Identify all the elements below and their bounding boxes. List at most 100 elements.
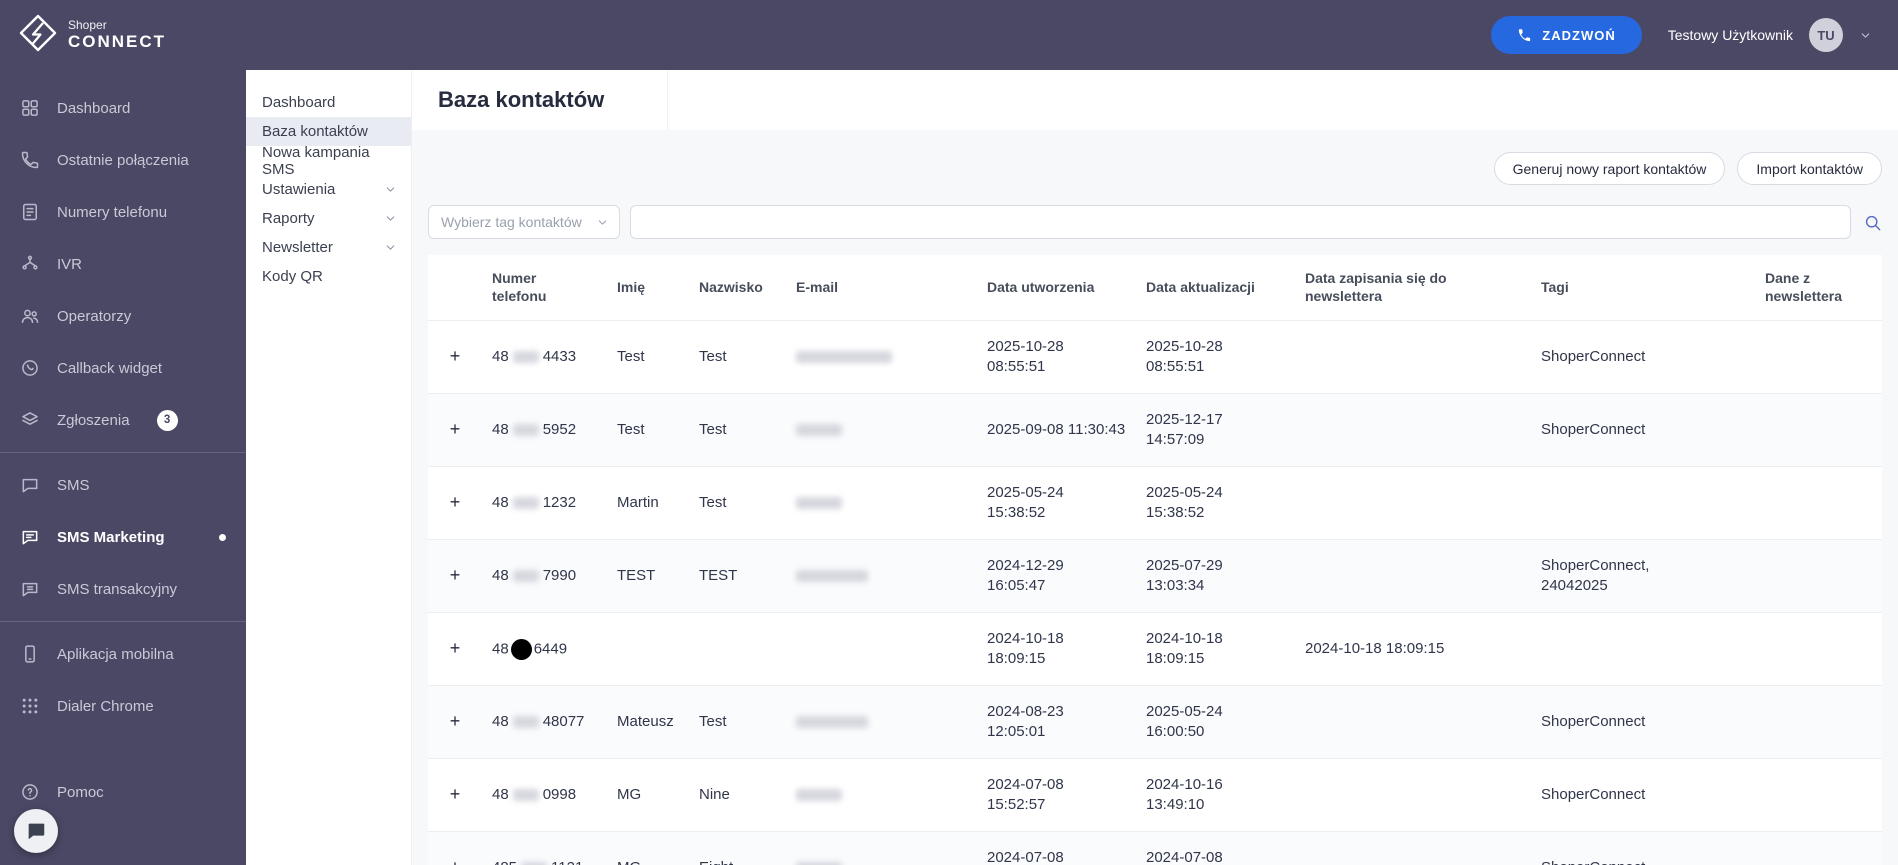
updated-date-cell: 2024-10-18 18:09:15: [1136, 612, 1295, 685]
last-name-cell: [689, 612, 786, 685]
created-date-cell: 2024-12-29 16:05:47: [977, 539, 1136, 612]
first-name-cell: Test: [607, 320, 689, 393]
call-button[interactable]: ZADZWOŃ: [1491, 16, 1642, 54]
subnav-item-nowa-kampania-sms[interactable]: Nowa kampania SMS: [246, 144, 411, 178]
table-row: +48 0998 MG Nine 2024-07-08 15:52:57 2024-10-…: [428, 758, 1882, 831]
newsletter-signup-date-cell: 2024-10-18 18:09:15: [1295, 612, 1531, 685]
phone-suffix: 1232: [542, 493, 577, 511]
phone-suffix: 48077: [542, 712, 585, 730]
chat-widget-button[interactable]: [14, 809, 58, 853]
column-header: Data utworzenia: [977, 255, 1136, 320]
expand-cell: +: [428, 393, 482, 466]
last-name-cell: Test: [689, 320, 786, 393]
newsletter-signup-date-cell: [1295, 539, 1531, 612]
sidebar-item-operatorzy[interactable]: Operatorzy: [0, 290, 246, 342]
updated-date-cell: 2025-12-17 14:57:09: [1136, 393, 1295, 466]
tab-baza-kontaktow[interactable]: Baza kontaktów: [412, 70, 668, 130]
phone-number-cell: 48 4433: [482, 320, 607, 393]
sidebar-item-zgloszenia[interactable]: Zgłoszenia 3: [0, 394, 246, 446]
shoper-logo-icon: [18, 13, 58, 58]
expand-cell: +: [428, 758, 482, 831]
filter-row: Wybierz tag kontaktów: [428, 205, 1882, 239]
tags-cell: ShoperConnect: [1531, 685, 1755, 758]
sidebar-item-dialer-chrome[interactable]: Dialer Chrome: [0, 680, 246, 732]
sidebar-item-label: Numery telefonu: [57, 203, 168, 221]
sidebar-item-dashboard[interactable]: Dashboard: [0, 82, 246, 134]
chevron-down-icon: [384, 241, 397, 254]
tag-select[interactable]: Wybierz tag kontaktów: [428, 205, 620, 239]
subnav-item-raporty[interactable]: Raporty: [246, 204, 411, 233]
expand-row-button[interactable]: +: [446, 638, 465, 659]
sidebar-item-ostatnie-pol-czenia[interactable]: Ostatnie połączenia: [0, 134, 246, 186]
column-header: [428, 255, 482, 320]
count-badge: 3: [156, 409, 178, 431]
tags-cell: ShoperConnect: [1531, 320, 1755, 393]
last-name-cell: Test: [689, 685, 786, 758]
search-icon[interactable]: [1863, 213, 1882, 232]
subnav-item-dashboard[interactable]: Dashboard: [246, 88, 411, 117]
newsletter-signup-date-cell: [1295, 758, 1531, 831]
updated-date-cell: 2025-05-24 15:38:52: [1136, 466, 1295, 539]
tags-cell: [1531, 612, 1755, 685]
last-name-cell: Test: [689, 393, 786, 466]
expand-row-button[interactable]: +: [446, 565, 465, 586]
expand-cell: +: [428, 539, 482, 612]
call-button-label: ZADZWOŃ: [1542, 27, 1616, 43]
phone-suffix: 6449: [533, 639, 568, 657]
mobile-app-icon: [20, 644, 42, 664]
first-name-cell: Martin: [607, 466, 689, 539]
table-row: +48 4433 Test Test 2025-10-28 08:55:51 2025-1…: [428, 320, 1882, 393]
phone-numbers-icon: [20, 202, 42, 222]
chevron-down-icon[interactable]: [1859, 29, 1872, 42]
subnav-item-kody-qr[interactable]: Kody QR: [246, 262, 411, 291]
expand-row-button[interactable]: +: [446, 711, 465, 732]
generate-report-button[interactable]: Generuj nowy raport kontaktów: [1493, 152, 1726, 185]
phone-prefix: 48: [492, 420, 509, 438]
subnav-item-baza-kontaktow[interactable]: Baza kontaktów: [246, 117, 411, 146]
redacted-phone-middle: [512, 423, 539, 436]
sidebar-item-numery-telefonu[interactable]: Numery telefonu: [0, 186, 246, 238]
column-header: Imię: [607, 255, 689, 320]
sidebar-item-sms-marketing[interactable]: SMS Marketing: [0, 511, 246, 563]
sidebar-item-label: Aplikacja mobilna: [57, 645, 174, 663]
expand-row-button[interactable]: +: [446, 784, 465, 805]
last-name-cell: Eight: [689, 831, 786, 865]
last-name-cell: Nine: [689, 758, 786, 831]
sidebar-item-label: Ostatnie połączenia: [57, 151, 189, 169]
sidebar-divider: [0, 452, 246, 453]
created-date-cell: 2025-10-28 08:55:51: [977, 320, 1136, 393]
redacted-email: [796, 350, 892, 363]
sidebar-item-sms-transakcyjny[interactable]: SMS transakcyjny: [0, 563, 246, 615]
subnav-item-ustawienia[interactable]: Ustawienia: [246, 175, 411, 204]
phone-prefix: 48: [492, 785, 509, 803]
page-title: Baza kontaktów: [438, 87, 605, 112]
sidebar-item-callback-widget[interactable]: Callback widget: [0, 342, 246, 394]
subnav-item-label: Raporty: [262, 210, 315, 227]
phone-prefix: 48: [492, 347, 509, 365]
phone-prefix: 485: [492, 859, 517, 865]
phone-suffix: 1121: [551, 859, 583, 865]
sidebar-item-label: Zgłoszenia: [57, 411, 130, 429]
expand-row-button[interactable]: +: [446, 346, 465, 367]
email-cell: [786, 539, 977, 612]
updated-date-cell: 2025-10-28 08:55:51: [1136, 320, 1295, 393]
expand-row-button[interactable]: +: [446, 419, 465, 440]
avatar[interactable]: TU: [1809, 18, 1843, 52]
phone-icon: [1517, 28, 1532, 43]
phone-prefix: 48: [492, 712, 509, 730]
table-row: +48 5952 Test Test 2025-09-08 11:30:43 2025-1…: [428, 393, 1882, 466]
sidebar-item-aplikacja-mobilna[interactable]: Aplikacja mobilna: [0, 628, 246, 680]
import-contacts-button[interactable]: Import kontaktów: [1737, 152, 1882, 185]
expand-row-button[interactable]: +: [446, 857, 465, 865]
search-input[interactable]: [630, 205, 1851, 239]
sidebar-item-ivr[interactable]: IVR: [0, 238, 246, 290]
phone-number-cell: 48 0998: [482, 758, 607, 831]
subnav-item-newsletter[interactable]: Newsletter: [246, 233, 411, 262]
expand-row-button[interactable]: +: [446, 492, 465, 513]
expand-cell: +: [428, 612, 482, 685]
created-date-cell: 2024-08-23 12:05:01: [977, 685, 1136, 758]
sidebar-item-sms[interactable]: SMS: [0, 459, 246, 511]
phone-suffix: 4433: [542, 347, 577, 365]
redacted-email: [796, 788, 842, 801]
tags-cell: ShoperConnect: [1531, 393, 1755, 466]
